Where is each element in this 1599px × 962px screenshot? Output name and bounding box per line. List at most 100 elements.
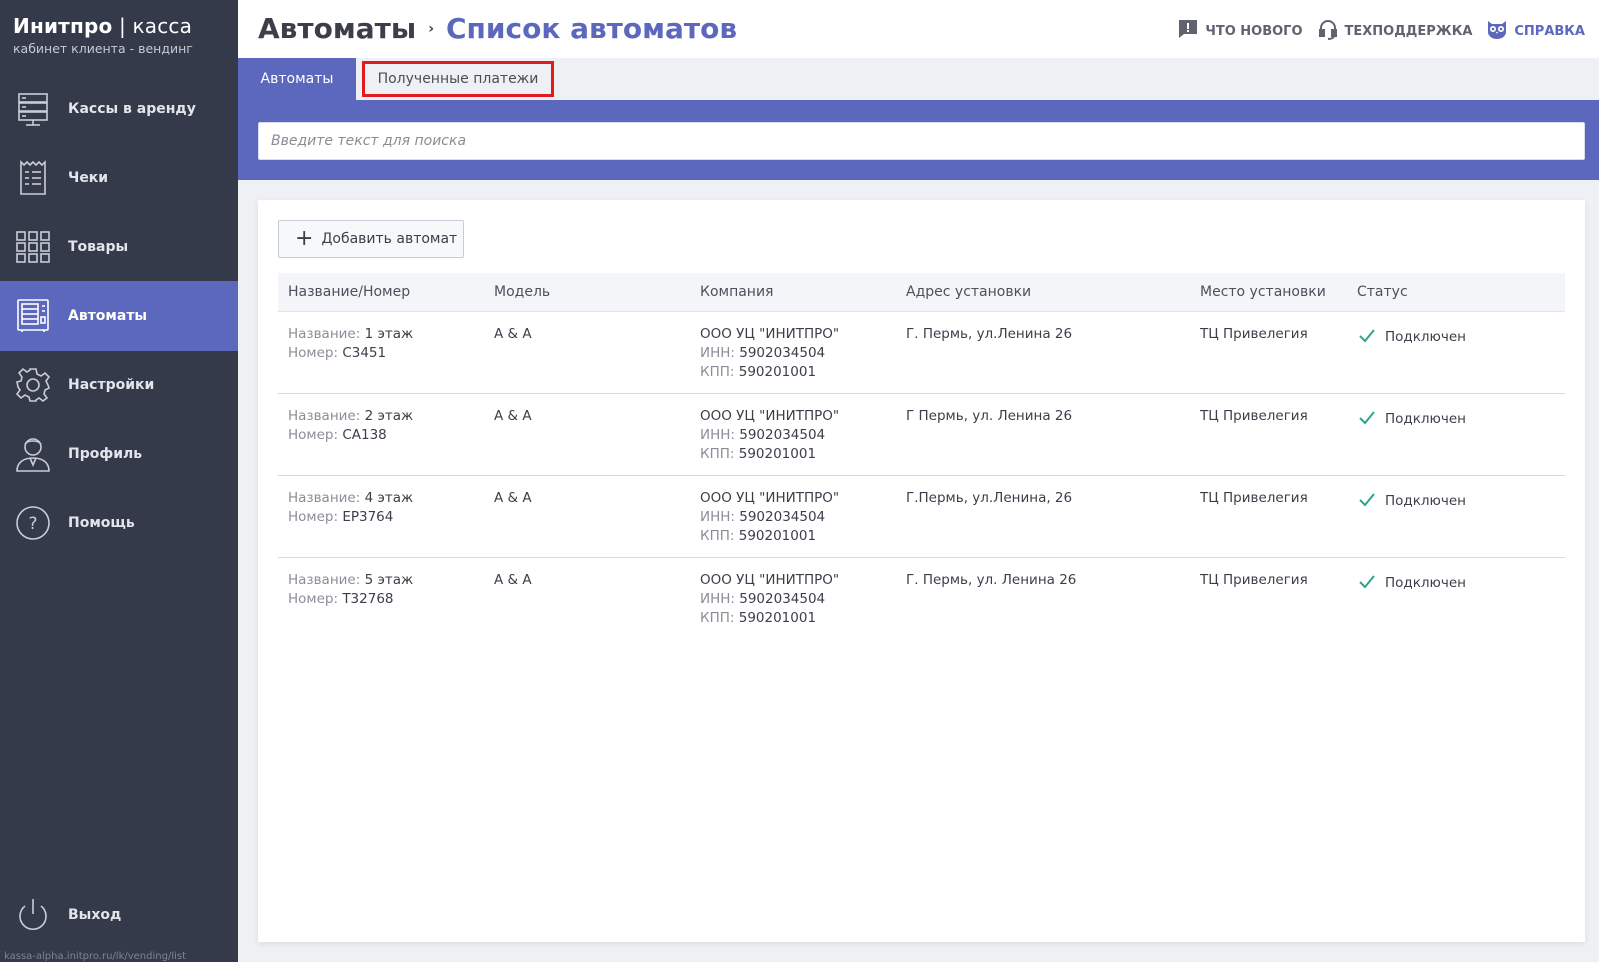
check-icon: [1357, 489, 1377, 515]
sidebar-item-settings[interactable]: Настройки: [0, 350, 238, 420]
help-link[interactable]: СПРАВКА: [1486, 18, 1585, 44]
kpp-label: КПП:: [700, 445, 739, 462]
machine-number: Т32768: [342, 590, 394, 607]
sidebar-item-goods[interactable]: Товары: [0, 212, 238, 282]
cell-model: А & А: [494, 407, 532, 424]
col-address[interactable]: Адрес установки: [896, 273, 1190, 311]
machine-name: 4 этаж: [364, 489, 414, 506]
col-name-number[interactable]: Название/Номер: [278, 273, 484, 311]
power-icon: [14, 896, 52, 934]
sidebar-item-label: Настройки: [68, 377, 155, 393]
machine-number: С3451: [342, 344, 387, 361]
table-row[interactable]: Название: 4 этаж Номер: ЕР3764 А & А ООО УЦ…: [278, 475, 1565, 557]
company-name: ООО УЦ "ИНИТПРО": [700, 407, 840, 424]
add-machine-label: Добавить автомат: [321, 231, 458, 247]
cell-status: Подключен: [1347, 393, 1565, 475]
breadcrumb: Автоматы › Список автоматов: [258, 12, 737, 45]
cell-place: ТЦ Привелегия: [1200, 571, 1308, 588]
support-label: ТЕХПОДДЕРЖКА: [1344, 23, 1473, 39]
whats-new-link[interactable]: ЧТО НОВОГО: [1177, 18, 1303, 44]
cell-company: ООО УЦ "ИНИТПРО" ИНН: 5902034504 КПП: 5902…: [690, 557, 896, 639]
col-status[interactable]: Статус: [1347, 273, 1565, 311]
number-label: Номер:: [288, 344, 343, 361]
support-link[interactable]: ТЕХПОДДЕРЖКА: [1317, 18, 1473, 44]
cell-company: ООО УЦ "ИНИТПРО" ИНН: 5902034504 КПП: 5902…: [690, 393, 896, 475]
col-model[interactable]: Модель: [484, 273, 690, 311]
table-row[interactable]: Название: 1 этаж Номер: С3451 А & А ООО УЦ …: [278, 311, 1565, 393]
svg-text:?: ?: [28, 514, 37, 534]
name-label: Название:: [288, 325, 365, 342]
tab-machines[interactable]: Автоматы: [238, 58, 356, 100]
sidebar-item-label: Товары: [68, 239, 129, 255]
sidebar: Инитпро | касса кабинет клиента - вендин…: [0, 0, 238, 962]
col-company[interactable]: Компания: [690, 273, 896, 311]
table-row[interactable]: Название: 5 этаж Номер: Т32768 А & А ООО УЦ…: [278, 557, 1565, 639]
inn-value: 5902034504: [739, 590, 826, 607]
breadcrumb-separator: ›: [428, 20, 434, 37]
name-label: Название:: [288, 407, 365, 424]
cell-status: Подключен: [1347, 475, 1565, 557]
plus-icon: +: [295, 226, 314, 251]
cell-place: ТЦ Привелегия: [1200, 407, 1308, 424]
machine-name: 5 этаж: [364, 571, 414, 588]
cell-model: А & А: [494, 489, 532, 506]
inn-label: ИНН:: [700, 508, 740, 525]
company-name: ООО УЦ "ИНИТПРО": [700, 325, 840, 342]
sidebar-item-label: Помощь: [68, 515, 135, 531]
table-header: Название/Номер Модель Компания Адрес уст…: [278, 273, 1565, 311]
kpp-label: КПП:: [700, 609, 739, 626]
inn-value: 5902034504: [739, 508, 826, 525]
sidebar-item-help[interactable]: ? Помощь: [0, 488, 238, 558]
tab-received-payments[interactable]: Полученные платежи: [362, 61, 554, 97]
number-label: Номер:: [288, 508, 343, 525]
machine-number: СА138: [342, 426, 387, 443]
inn-value: 5902034504: [739, 344, 826, 361]
cell-address: Г. Пермь, ул.Ленина 26: [906, 325, 1073, 342]
status-text: Подключен: [1385, 329, 1466, 345]
table-row[interactable]: Название: 2 этаж Номер: СА138 А & А ООО УЦ …: [278, 393, 1565, 475]
grid-icon: [14, 228, 52, 266]
cell-company: ООО УЦ "ИНИТПРО" ИНН: 5902034504 КПП: 5902…: [690, 311, 896, 393]
machine-name: 2 этаж: [364, 407, 414, 424]
brand-separator: |: [112, 14, 133, 38]
machines-table: Название/Номер Модель Компания Адрес уст…: [278, 273, 1565, 639]
kpp-label: КПП:: [700, 363, 739, 380]
logout-label: Выход: [68, 907, 122, 923]
help-label: СПРАВКА: [1514, 23, 1585, 39]
cell-name-number: Название: 2 этаж Номер: СА138: [278, 393, 484, 475]
company-name: ООО УЦ "ИНИТПРО": [700, 489, 840, 506]
sidebar-item-receipts[interactable]: Чеки: [0, 143, 238, 213]
sidebar-item-machines[interactable]: Автоматы: [0, 281, 238, 351]
inn-value: 5902034504: [739, 426, 826, 443]
breadcrumb-root[interactable]: Автоматы: [258, 12, 416, 45]
brand-logo[interactable]: Инитпро | касса кабинет клиента - вендин…: [13, 14, 193, 56]
search-input[interactable]: [258, 122, 1585, 160]
owl-icon: [1486, 18, 1508, 44]
add-machine-button[interactable]: + Добавить автомат: [278, 220, 464, 258]
kpp-value: 590201001: [738, 609, 817, 626]
sidebar-item-label: Чеки: [68, 170, 109, 186]
cell-name-number: Название: 1 этаж Номер: С3451: [278, 311, 484, 393]
machines-card: + Добавить автомат Название/Номер Модель…: [258, 200, 1585, 942]
header: Автоматы › Список автоматов ЧТО НОВОГО Т…: [238, 0, 1599, 58]
sidebar-item-rent[interactable]: Кассы в аренду: [0, 74, 238, 144]
sidebar-item-profile[interactable]: Профиль: [0, 419, 238, 489]
check-icon: [1357, 571, 1377, 597]
cell-company: ООО УЦ "ИНИТПРО" ИНН: 5902034504 КПП: 5902…: [690, 475, 896, 557]
vending-machine-icon: [14, 297, 52, 335]
company-name: ООО УЦ "ИНИТПРО": [700, 571, 840, 588]
machine-number: ЕР3764: [342, 508, 394, 525]
user-icon: [14, 435, 52, 473]
sidebar-item-label: Автоматы: [68, 308, 148, 324]
cell-name-number: Название: 4 этаж Номер: ЕР3764: [278, 475, 484, 557]
cell-address: Г.Пермь, ул.Ленина, 26: [906, 489, 1073, 506]
cell-address: Г. Пермь, ул. Ленина 26: [906, 571, 1077, 588]
status-url: kassa-alpha.initpro.ru/lk/vending/list: [4, 951, 187, 962]
status-text: Подключен: [1385, 411, 1466, 427]
name-label: Название:: [288, 571, 365, 588]
cell-model: А & А: [494, 571, 532, 588]
logout-button[interactable]: Выход: [0, 880, 238, 950]
server-icon: [14, 90, 52, 128]
tabs-search-band: Автоматы Полученные платежи: [238, 58, 1599, 180]
col-place[interactable]: Место установки: [1190, 273, 1347, 311]
